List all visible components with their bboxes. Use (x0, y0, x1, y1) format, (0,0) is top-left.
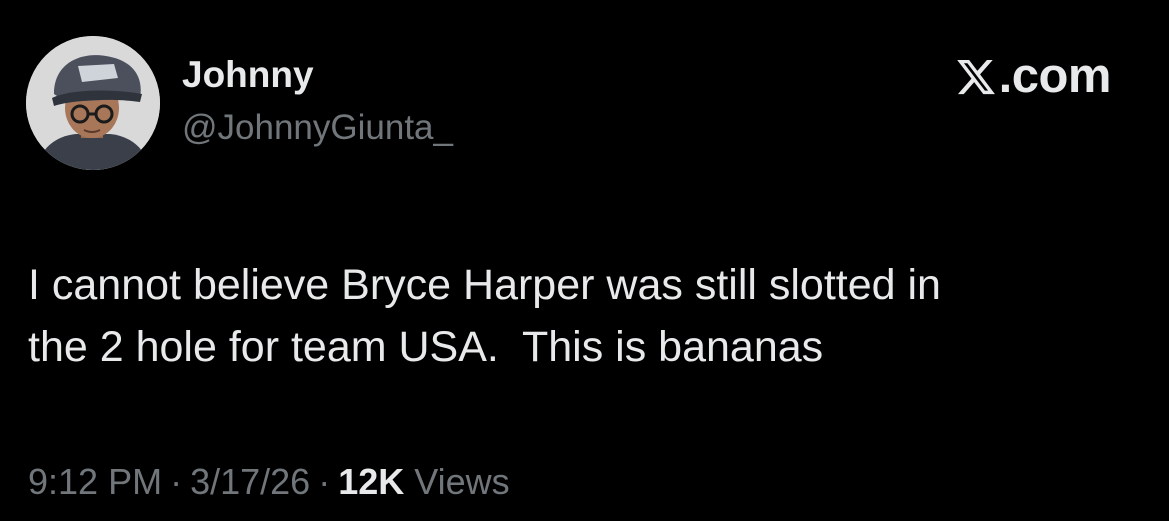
avatar[interactable] (26, 36, 160, 170)
x-logo-icon (956, 59, 995, 95)
author-display-name[interactable]: Johnny (182, 56, 314, 93)
author-handle[interactable]: @JohnnyGiunta_ (182, 110, 453, 145)
avatar-photo (26, 36, 160, 170)
meta-separator: · (318, 461, 331, 502)
x-com-brand: .com (955, 49, 1112, 103)
tweet-date[interactable]: 3/17/26 (190, 461, 310, 502)
tweet-time[interactable]: 9:12 PM (28, 461, 162, 502)
tweet-text: I cannot believe Bryce Harper was still … (28, 261, 941, 371)
views-count[interactable]: 12K (338, 461, 404, 502)
views-label: Views (414, 461, 510, 502)
meta-separator: · (170, 461, 183, 502)
brand-domain-text: .com (998, 49, 1112, 103)
tweet-card: Johnny @JohnnyGiunta_ .com I cannot beli… (0, 0, 1169, 521)
tweet-metadata: 9:12 PM · 3/17/26 · 12K Views (28, 464, 510, 500)
